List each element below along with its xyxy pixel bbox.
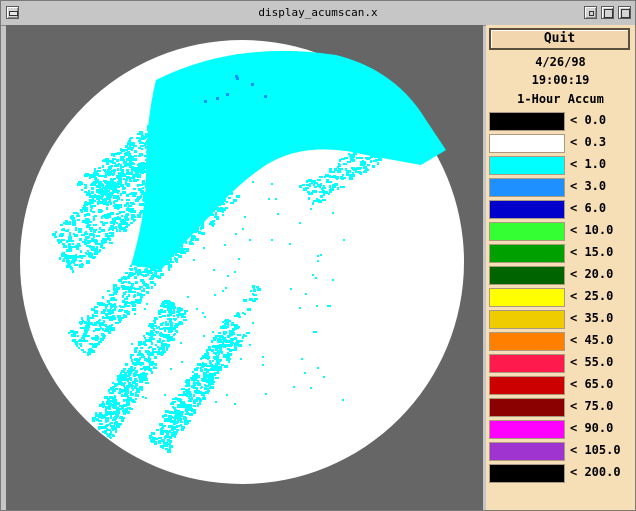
legend-row: < 10.0 [486,221,635,243]
legend-label: < 105.0 [570,443,621,457]
radar-scan-canvas [6,25,483,510]
quit-button[interactable]: Quit [489,28,630,50]
legend-row: < 3.0 [486,177,635,199]
legend-swatch [489,200,565,219]
legend-label: < 6.0 [570,201,607,215]
legend-swatch [489,376,565,395]
legend-label: < 3.0 [570,179,607,193]
legend-row: < 55.0 [486,353,635,375]
scan-time: 19:00:19 [531,73,590,87]
window-title: display_acumscan.x [258,6,378,19]
legend-row: < 90.0 [486,419,635,441]
legend-label: < 200.0 [570,465,621,479]
legend-swatch [489,310,565,329]
legend-row: < 1.0 [486,155,635,177]
legend-row: < 75.0 [486,397,635,419]
legend-swatch [489,442,565,461]
legend-row: < 0.3 [486,133,635,155]
legend-label: < 20.0 [570,267,614,281]
legend-row: < 35.0 [486,309,635,331]
legend-swatch [489,354,565,373]
legend-label: < 10.0 [570,223,614,237]
legend-row: < 200.0 [486,463,635,485]
legend-swatch [489,464,565,483]
maximize-button[interactable] [601,6,614,19]
legend-label: < 0.0 [570,113,607,127]
legend-label: < 35.0 [570,311,614,325]
legend-row: < 65.0 [486,375,635,397]
legend-swatch [489,398,565,417]
legend-row: < 0.0 [486,111,635,133]
legend-swatch [489,112,565,131]
app-window: display_acumscan.x Quit 4/26/98 19:00:19… [0,0,636,511]
legend-label: < 0.3 [570,135,607,149]
legend-swatch [489,222,565,241]
legend-label: < 45.0 [570,333,614,347]
title-bar[interactable]: display_acumscan.x [1,1,635,26]
legend-label: < 1.0 [570,157,607,171]
radar-display[interactable] [6,25,483,510]
legend-label: < 75.0 [570,399,614,413]
legend-label: < 15.0 [570,245,614,259]
legend-swatch [489,332,565,351]
legend-swatch [489,266,565,285]
close-button[interactable] [618,6,631,19]
control-panel: Quit 4/26/98 19:00:19 1-Hour Accum < 0.0… [486,25,635,510]
product-label: 1-Hour Accum [517,92,604,106]
legend-row: < 15.0 [486,243,635,265]
legend-swatch [489,156,565,175]
legend-swatch [489,244,565,263]
legend-swatch [489,134,565,153]
scan-date: 4/26/98 [535,55,586,69]
legend-label: < 90.0 [570,421,614,435]
legend-row: < 105.0 [486,441,635,463]
legend-label: < 65.0 [570,377,614,391]
legend-label: < 25.0 [570,289,614,303]
legend-row: < 6.0 [486,199,635,221]
legend-swatch [489,288,565,307]
legend-row: < 25.0 [486,287,635,309]
minimize-button[interactable] [584,6,597,19]
legend-row: < 20.0 [486,265,635,287]
legend-label: < 55.0 [570,355,614,369]
legend-swatch [489,420,565,439]
legend-row: < 45.0 [486,331,635,353]
legend-swatch [489,178,565,197]
